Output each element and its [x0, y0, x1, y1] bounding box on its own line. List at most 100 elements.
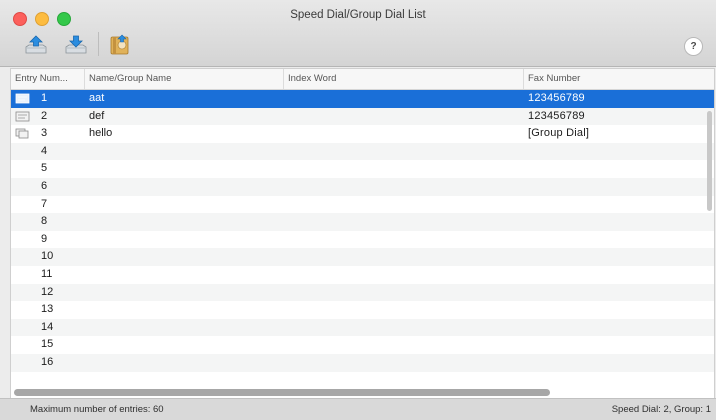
tray-upload-icon: [25, 35, 47, 54]
entry-number-cell: 15: [41, 338, 54, 351]
entry-number-cell: 5: [41, 162, 48, 175]
index-word-cell: [288, 231, 518, 249]
name-cell: [89, 178, 279, 196]
table-row[interactable]: 1 aat 123456789: [11, 90, 714, 108]
group-dial-entry-icon: [15, 128, 29, 139]
address-book-export-button[interactable]: [106, 33, 134, 57]
tray-download-icon: [65, 35, 87, 54]
index-word-cell: [288, 125, 518, 143]
table-header: Entry Num... Name/Group Name Index Word …: [11, 69, 714, 90]
name-cell: [89, 301, 279, 319]
fax-number-cell: [528, 143, 708, 161]
column-header-fax-number[interactable]: Fax Number: [524, 69, 714, 89]
fax-number-cell: [528, 284, 708, 302]
entry-number-cell: 6: [41, 180, 48, 192]
address-book-export-icon: [110, 34, 129, 55]
speed-dial-entry-icon: [15, 111, 30, 121]
column-header-index-word[interactable]: Index Word: [284, 69, 524, 89]
entry-number-cell: 14: [41, 320, 54, 333]
column-header-name[interactable]: Name/Group Name: [85, 69, 284, 89]
index-word-cell: [288, 160, 518, 178]
upload-to-device-button[interactable]: [22, 33, 50, 57]
index-word-cell: [288, 336, 518, 354]
fax-number-cell: [528, 319, 708, 337]
table-row[interactable]: 2 def 123456789: [11, 107, 714, 126]
entry-number-cell: 12: [41, 285, 54, 298]
table-row[interactable]: 4: [11, 142, 714, 161]
entry-number-cell: 9: [41, 232, 48, 245]
table-row[interactable]: 3 hello [Group Dial]: [11, 125, 714, 143]
name-cell: [89, 231, 279, 249]
window-title: Speed Dial/Group Dial List: [290, 9, 426, 21]
entry-number-cell: 1: [41, 92, 48, 104]
entry-number-cell: 4: [41, 144, 48, 157]
index-word-cell: [288, 178, 518, 196]
index-word-cell: [288, 213, 518, 231]
fax-number-cell: [528, 231, 708, 249]
table-row[interactable]: 6: [11, 178, 714, 196]
fax-number-cell: 123456789: [528, 92, 585, 104]
table-row[interactable]: 14: [11, 318, 714, 337]
fax-number-cell: [528, 178, 708, 196]
table-row[interactable]: 7: [11, 195, 714, 214]
table-row[interactable]: 16: [11, 354, 714, 372]
table-row[interactable]: 12: [11, 283, 714, 302]
horizontal-scrollbar[interactable]: [10, 389, 704, 396]
entry-number-cell: 7: [41, 197, 48, 210]
name-cell: [89, 160, 279, 178]
index-word-cell: [288, 354, 518, 372]
table-row[interactable]: 10: [11, 248, 714, 266]
entry-number-cell: 8: [41, 215, 48, 228]
index-word-cell: [288, 196, 518, 214]
entry-number-cell: 13: [41, 303, 54, 316]
title-bar: Speed Dial/Group Dial List ?: [0, 0, 716, 67]
speed-dial-table: Entry Num... Name/Group Name Index Word …: [10, 68, 715, 400]
name-cell: [89, 248, 279, 266]
table-row[interactable]: 13: [11, 301, 714, 319]
fax-number-cell: [528, 266, 708, 284]
table-row[interactable]: 5: [11, 160, 714, 178]
fax-number-cell: [Group Dial]: [528, 127, 590, 140]
fax-number-cell: [528, 196, 708, 214]
table-row[interactable]: 8: [11, 213, 714, 231]
toolbar-separator: [98, 32, 99, 56]
speed-dial-window: Speed Dial/Group Dial List ? Entry Num..…: [0, 0, 716, 420]
speed-dial-entry-icon: [15, 93, 30, 104]
index-word-cell: [288, 319, 518, 337]
fax-number-cell: 123456789: [528, 109, 585, 122]
name-cell: aat: [89, 92, 105, 104]
entry-number-cell: 16: [41, 356, 54, 368]
name-cell: [89, 266, 279, 284]
table-body: 1 aat 123456789 2 def 123456789 3 hello [Group D…: [11, 90, 714, 390]
index-word-cell: [288, 143, 518, 161]
download-from-device-button[interactable]: [62, 33, 90, 57]
name-cell: [89, 143, 279, 161]
max-entries-text: Maximum number of entries: 60: [30, 404, 164, 415]
index-word-cell: [288, 284, 518, 302]
help-button[interactable]: ?: [684, 37, 703, 56]
index-word-cell: [288, 90, 518, 108]
name-cell: hello: [89, 127, 113, 140]
entry-count-text: Speed Dial: 2, Group: 1: [611, 404, 711, 415]
table-row[interactable]: 9: [11, 230, 714, 249]
status-bar: Maximum number of entries: 60 Speed Dial…: [0, 398, 716, 420]
index-word-cell: [288, 266, 518, 284]
entry-number-cell: 3: [41, 127, 48, 140]
fax-number-cell: [528, 160, 708, 178]
name-cell: [89, 196, 279, 214]
entry-number-cell: 2: [41, 109, 48, 122]
name-cell: def: [89, 109, 105, 122]
horizontal-scroll-thumb[interactable]: [14, 389, 550, 396]
index-word-cell: [288, 301, 518, 319]
entry-number-cell: 11: [41, 268, 53, 280]
name-cell: [89, 354, 279, 372]
name-cell: [89, 213, 279, 231]
table-row[interactable]: 11: [11, 266, 714, 284]
fax-number-cell: [528, 301, 708, 319]
column-header-entry-number[interactable]: Entry Num...: [11, 69, 85, 89]
name-cell: [89, 284, 279, 302]
vertical-scrollbar[interactable]: [707, 111, 712, 211]
fax-number-cell: [528, 213, 708, 231]
table-row[interactable]: 15: [11, 336, 714, 354]
index-word-cell: [288, 248, 518, 266]
